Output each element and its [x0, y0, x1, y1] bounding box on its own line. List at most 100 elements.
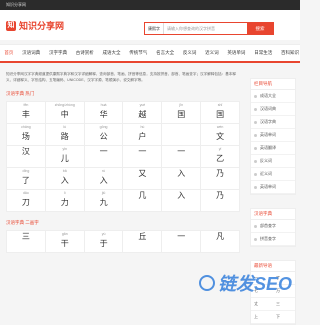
main-nav: 首页 汉语词典 汉字字典 古诗赏析 成语大全 传统节气 名言大全 反义词 近义词 英语单词 日常生活…: [0, 44, 300, 63]
char-cell[interactable]: shī 国: [201, 102, 240, 124]
nav-item[interactable]: 首页: [0, 45, 18, 61]
char-cell[interactable]: huá 华: [84, 102, 124, 124]
char-pinyin: lù: [63, 125, 67, 129]
char-hanzi: 了: [21, 176, 30, 185]
char-cell[interactable]: dīng 了: [7, 168, 46, 190]
sidebar-link[interactable]: 英语单词: [251, 129, 295, 142]
sidebar-link-label: 英语单词: [260, 132, 276, 137]
char-cell[interactable]: [162, 124, 202, 146]
char-hanzi: 汉: [21, 147, 30, 156]
char-cell[interactable]: yuè 越: [123, 102, 163, 124]
char-cell[interactable]: wén 文: [201, 124, 240, 146]
char-hanzi: 入: [60, 176, 69, 185]
watermark-icon: [198, 275, 215, 291]
char-cell[interactable]: 凡: [201, 231, 240, 253]
nav-item[interactable]: 古诗赏析: [71, 45, 98, 61]
char-hanzi: 国: [177, 110, 186, 119]
sidebar-link-label: 反义词: [260, 158, 272, 163]
sidebar-link[interactable]: 汉语词典: [251, 103, 295, 116]
sidebar-link-label: 部首查字: [260, 223, 276, 228]
nav-item[interactable]: 英语单词: [223, 45, 250, 61]
sidebar-nav-title: 栏目导航: [251, 79, 295, 90]
char-cell[interactable]: gōng 公: [84, 124, 124, 146]
search-input[interactable]: 请输入你想查询的汉字拼音: [164, 23, 247, 34]
char-cell[interactable]: jīn 国: [162, 102, 202, 124]
sidebar-link[interactable]: 反义词: [251, 155, 295, 168]
char-cell[interactable]: 一: [162, 231, 202, 253]
char-pinyin: jiǔ: [101, 191, 106, 195]
char-cell[interactable]: yú 于: [84, 231, 124, 253]
char-cell[interactable]: 入: [162, 168, 202, 190]
sidebar-link[interactable]: 部首查字: [251, 220, 295, 233]
site-logo[interactable]: 知 知识分享网: [6, 19, 64, 32]
sidebar-link[interactable]: 成语大全: [251, 90, 295, 103]
char-pinyin: zhōng/zhòng: [54, 103, 75, 107]
char-pinyin: yuè: [139, 103, 146, 107]
sidebar-link[interactable]: 下: [273, 311, 295, 324]
sidebar-link-label: 近义词: [260, 171, 272, 176]
char-cell[interactable]: 几: [123, 190, 163, 212]
nav-item[interactable]: 传统节气: [125, 45, 152, 61]
char-hanzi: 丰: [21, 110, 30, 119]
sidebar-dict-box: 汉语字典 部首查字拼音查字: [250, 208, 296, 247]
nav-item[interactable]: 名言大全: [152, 45, 179, 61]
nav-item[interactable]: 汉字字典: [45, 45, 72, 61]
nav-item[interactable]: 近义词: [201, 45, 223, 61]
char-cell[interactable]: 一: [162, 146, 202, 168]
sidebar-link[interactable]: 拼音查字: [251, 233, 295, 246]
nav-item[interactable]: 百科知识: [277, 45, 304, 61]
char-hanzi: 一: [177, 147, 186, 156]
sidebar-link[interactable]: 英语单词: [251, 181, 295, 194]
sidebar-link[interactable]: 近义词: [251, 168, 295, 181]
search-button[interactable]: 搜索: [247, 23, 273, 34]
char-hanzi: 文: [216, 132, 225, 141]
char-pinyin: fēn: [23, 103, 29, 107]
sidebar-link[interactable]: 汉语字典: [251, 116, 295, 129]
char-cell[interactable]: bā 入: [45, 168, 85, 190]
char-cell[interactable]: 入: [162, 190, 202, 212]
char-pinyin: yǐ: [218, 147, 222, 151]
search-type-select[interactable]: 康熙字: [145, 23, 164, 34]
char-cell[interactable]: 一: [84, 146, 124, 168]
char-hanzi: 又: [138, 169, 147, 178]
char-cell[interactable]: hù 户: [123, 124, 163, 146]
nav-item[interactable]: 成语大全: [98, 45, 125, 61]
char-cell[interactable]: chǎng 场: [7, 124, 46, 146]
char-pinyin: yú: [101, 232, 106, 236]
char-hanzi: 户: [138, 132, 147, 141]
char-hanzi: 乃: [216, 169, 225, 178]
char-cell[interactable]: zhōng/zhòng 中: [45, 102, 85, 124]
char-hanzi: 力: [60, 198, 69, 207]
sidebar-link[interactable]: 英语翻译: [251, 142, 295, 155]
char-cell[interactable]: 汉: [7, 146, 46, 168]
char-cell[interactable]: rù 入: [84, 168, 124, 190]
nav-item[interactable]: 反义词: [178, 45, 200, 61]
char-cell[interactable]: 三: [7, 231, 46, 253]
char-cell[interactable]: 乃: [201, 168, 240, 190]
nav-item[interactable]: 日常生活: [250, 45, 277, 61]
sidebar-dict-title: 汉语字典: [251, 209, 295, 220]
char-cell[interactable]: 丘: [123, 231, 163, 253]
char-cell[interactable]: lù 路: [45, 124, 85, 146]
char-cell[interactable]: 一: [123, 146, 163, 168]
sidebar-link-label: 成语大全: [260, 93, 276, 98]
char-cell[interactable]: 乃: [201, 190, 240, 212]
sidebar-nav-box: 栏目导航 成语大全 汉语词典 汉语字典 英语单词 英语翻译 反义词 近义词 英语单词: [250, 78, 296, 195]
sidebar-link[interactable]: 上: [251, 311, 273, 324]
sidebar-link-label: 汉语词典: [260, 106, 276, 111]
char-cell[interactable]: jiǔ 九: [84, 190, 124, 212]
bullet-icon: [254, 159, 257, 163]
char-hanzi: 华: [99, 110, 108, 119]
char-pinyin: huá: [100, 103, 107, 107]
char-cell[interactable]: dāo 刀: [7, 190, 46, 212]
char-cell[interactable]: yǐn 儿: [45, 146, 85, 168]
char-cell[interactable]: 又: [123, 168, 163, 190]
char-pinyin: lì: [63, 191, 66, 195]
char-cell[interactable]: gān 干: [45, 231, 85, 253]
char-cell[interactable]: fēn 丰: [7, 102, 46, 124]
char-pinyin: gān: [61, 232, 68, 236]
char-cell[interactable]: lì 力: [45, 190, 85, 212]
nav-item[interactable]: 汉语词典: [18, 45, 45, 61]
char-hanzi: 一: [138, 147, 147, 156]
char-cell[interactable]: yǐ 乙: [201, 146, 240, 168]
